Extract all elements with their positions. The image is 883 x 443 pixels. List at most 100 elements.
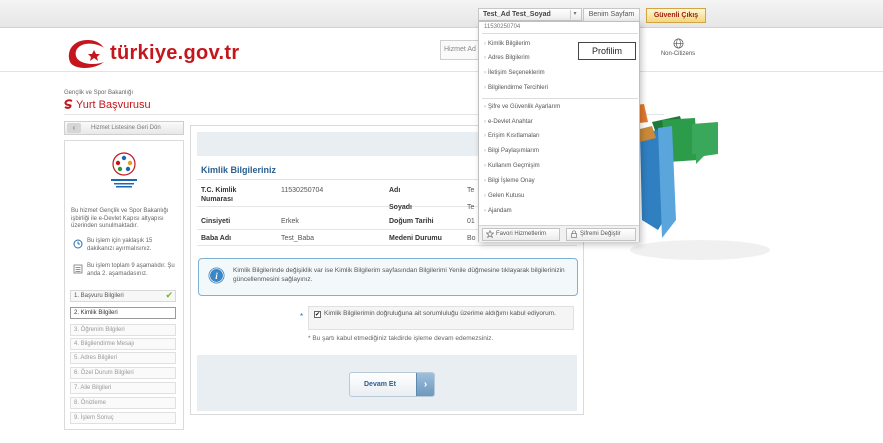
star-icon <box>486 230 494 238</box>
step-item: 5. Adres Bilgileri <box>70 352 176 364</box>
step-label: 8. Önizleme <box>74 400 107 406</box>
list-icon <box>73 264 83 274</box>
ministry-emblem-icon <box>111 152 137 188</box>
consent-checkbox[interactable]: ✔ <box>314 311 321 318</box>
continue-button[interactable]: Devam Et › <box>349 372 435 397</box>
step-label: 6. Özel Durum Bilgileri <box>74 370 134 376</box>
continue-label: Devam Et <box>364 381 396 388</box>
language-label: Non-Citizens <box>660 51 696 57</box>
menu-item-label: Bilgi İşleme Onay <box>488 178 535 184</box>
menu-item-access-restrictions[interactable]: › Erişim Kısıtlamaları <box>484 132 634 140</box>
favorite-services-button[interactable]: Favori Hizmetlerim <box>482 228 560 241</box>
clock-icon <box>73 239 83 249</box>
service-logo-icon <box>64 99 73 109</box>
info-box: i Kimlik Bilgilerinde değişiklik var ise… <box>198 258 578 296</box>
service-description: Bu hizmet Gençlik ve Spor Bakanlığı işbi… <box>71 208 169 229</box>
consent-label: Kimlik Bilgilerimin doğruluğuna ait soru… <box>324 310 556 317</box>
required-star: * <box>300 312 304 321</box>
my-page-button[interactable]: Benim Sayfam <box>583 8 640 22</box>
step-label: 2. Kimlik Bilgileri <box>74 310 118 316</box>
left-sidebar: Bu hizmet Gençlik ve Spor Bakanlığı işbi… <box>64 140 184 430</box>
name-value: Te <box>467 187 475 194</box>
step-item-current[interactable]: 2. Kimlik Bilgileri <box>70 307 176 319</box>
menu-item-security[interactable]: › Şifre ve Güvenlik Ayarlarım <box>484 103 634 111</box>
menu-item-label: Adres Bilgilerim <box>488 55 530 61</box>
birthdate-value: 01 <box>467 218 475 225</box>
step-item: 6. Özel Durum Bilgileri <box>70 367 176 379</box>
chevron-right-icon: › <box>416 373 434 396</box>
info-icon: i <box>208 267 225 284</box>
site-header: türkiye.gov.tr Hizmet Ad Non-Citizens <box>0 28 883 72</box>
arrow-left-icon: ‹ <box>67 123 81 133</box>
menu-item-label: Kullanım Geçmişim <box>488 163 540 169</box>
gender-label: Cinsiyeti <box>201 218 231 225</box>
checkmark-icon: ✔ <box>165 290 173 300</box>
ministry-name: Gençlik ve Spor Bakanlığı <box>64 90 134 96</box>
menu-item-edevlet-key[interactable]: › e-Devlet Anahtar <box>484 118 634 126</box>
menu-item-label: İletişim Seçeneklerim <box>488 70 545 76</box>
service-title: Yurt Başvurusu <box>76 99 151 111</box>
back-button-label: Hizmet Listesine Geri Dön <box>91 125 161 131</box>
globe-icon <box>673 38 683 49</box>
step-item[interactable]: 1. Başvuru Bilgileri ✔ <box>70 290 176 302</box>
surname-label: Soyadı <box>389 204 412 211</box>
favorite-services-label: Favori Hizmetlerim <box>496 231 547 237</box>
step-label: 1. Başvuru Bilgileri <box>74 293 124 299</box>
tc-label: T.C. Kimlik Numarası <box>201 187 237 203</box>
menu-item-label: e-Devlet Anahtar <box>488 119 533 125</box>
step-item: 8. Önizleme <box>70 397 176 409</box>
menu-item-contact[interactable]: › İletişim Seçeneklerim <box>484 69 634 77</box>
language-switch[interactable]: Non-Citizens <box>658 38 698 57</box>
step-label: 3. Öğrenim Bilgileri <box>74 327 125 333</box>
turkiye-gov-logo[interactable]: türkiye.gov.tr <box>64 36 274 70</box>
menu-item-data-sharing[interactable]: › Bilgi Paylaşımlarım <box>484 147 634 155</box>
menu-item-label: Şifre ve Güvenlik Ayarlarım <box>488 104 561 110</box>
name-label: Adı <box>389 187 401 194</box>
change-password-button[interactable]: Şifremi Değiştir <box>566 228 636 241</box>
menu-item-inbox[interactable]: › Gelen Kutusu <box>484 192 634 200</box>
menu-footer: Favori Hizmetlerim Şifremi Değiştir <box>479 225 639 242</box>
lock-icon <box>571 230 577 238</box>
chevron-down-icon: ▾ <box>570 10 579 19</box>
menu-item-notification-prefs[interactable]: › Bilgilendirme Tercihleri <box>484 84 634 92</box>
form-title: Kimlik Bilgileriniz <box>201 165 277 175</box>
marital-label: Medeni Durumu <box>389 235 442 242</box>
consent-note: * Bu şartı kabul etmediğiniz takdirde iş… <box>308 335 494 342</box>
logout-button[interactable]: Güvenli Çıkış <box>646 8 706 23</box>
logo-text: türkiye.gov.tr <box>110 42 240 64</box>
step-label: 4. Bilgilendirme Mesajı <box>74 341 135 347</box>
info-text: Kimlik Bilgilerinde değişiklik var ise K… <box>233 267 565 283</box>
steps-note: Bu işlem toplam 9 aşamalıdır. Şu anda 2.… <box>71 263 179 278</box>
menu-item-agenda[interactable]: › Ajandam <box>484 207 634 215</box>
step-label: 9. İşlem Sonuç <box>74 415 114 421</box>
user-menu-button[interactable]: Test_Ad Test_Soyad ▾ <box>478 8 582 21</box>
back-to-list-button[interactable]: ‹ Hizmet Listesine Geri Dön <box>64 121 184 135</box>
step-item: 9. İşlem Sonuç <box>70 412 176 424</box>
menu-item-label: Bilgilendirme Tercihleri <box>488 85 548 91</box>
step-item: 3. Öğrenim Bilgileri <box>70 324 176 336</box>
menu-divider <box>482 33 638 34</box>
change-password-label: Şifremi Değiştir <box>580 231 621 237</box>
tc-value: 11530250704 <box>281 187 324 194</box>
menu-item-usage-history[interactable]: › Kullanım Geçmişim <box>484 162 634 170</box>
father-value: Test_Baba <box>281 235 315 242</box>
gender-value: Erkek <box>281 218 299 225</box>
consent-box: ✔ Kimlik Bilgilerimin doğruluğuna ait so… <box>308 306 574 330</box>
page-root: türkiye.gov.tr Hizmet Ad Non-Citizens Te… <box>0 0 883 443</box>
crescent-star-icon <box>68 40 104 68</box>
menu-item-label: Erişim Kısıtlamaları <box>488 133 540 139</box>
step-item: 4. Bilgilendirme Mesajı <box>70 338 176 350</box>
menu-item-processing-consent[interactable]: › Bilgi İşleme Onay <box>484 177 634 185</box>
marital-value: Bo <box>467 235 476 242</box>
top-strip <box>0 0 883 28</box>
page-title: Yurt Başvurusu <box>64 99 151 111</box>
step-label: 7. Aile Bilgileri <box>74 385 112 391</box>
step-item: 7. Aile Bilgileri <box>70 382 176 394</box>
time-note: Bu işlem için yaklaşık 15 dakikanızı ayı… <box>71 238 179 253</box>
menu-item-label: Gelen Kutusu <box>488 193 525 199</box>
user-tc-number: 11530250704 <box>484 24 521 30</box>
service-search-input[interactable]: Hizmet Ad <box>440 40 480 60</box>
menu-item-label: Bilgi Paylaşımlarım <box>488 148 540 154</box>
menu-divider <box>482 98 638 99</box>
menu-item-label: Kimlik Bilgilerim <box>488 41 531 47</box>
